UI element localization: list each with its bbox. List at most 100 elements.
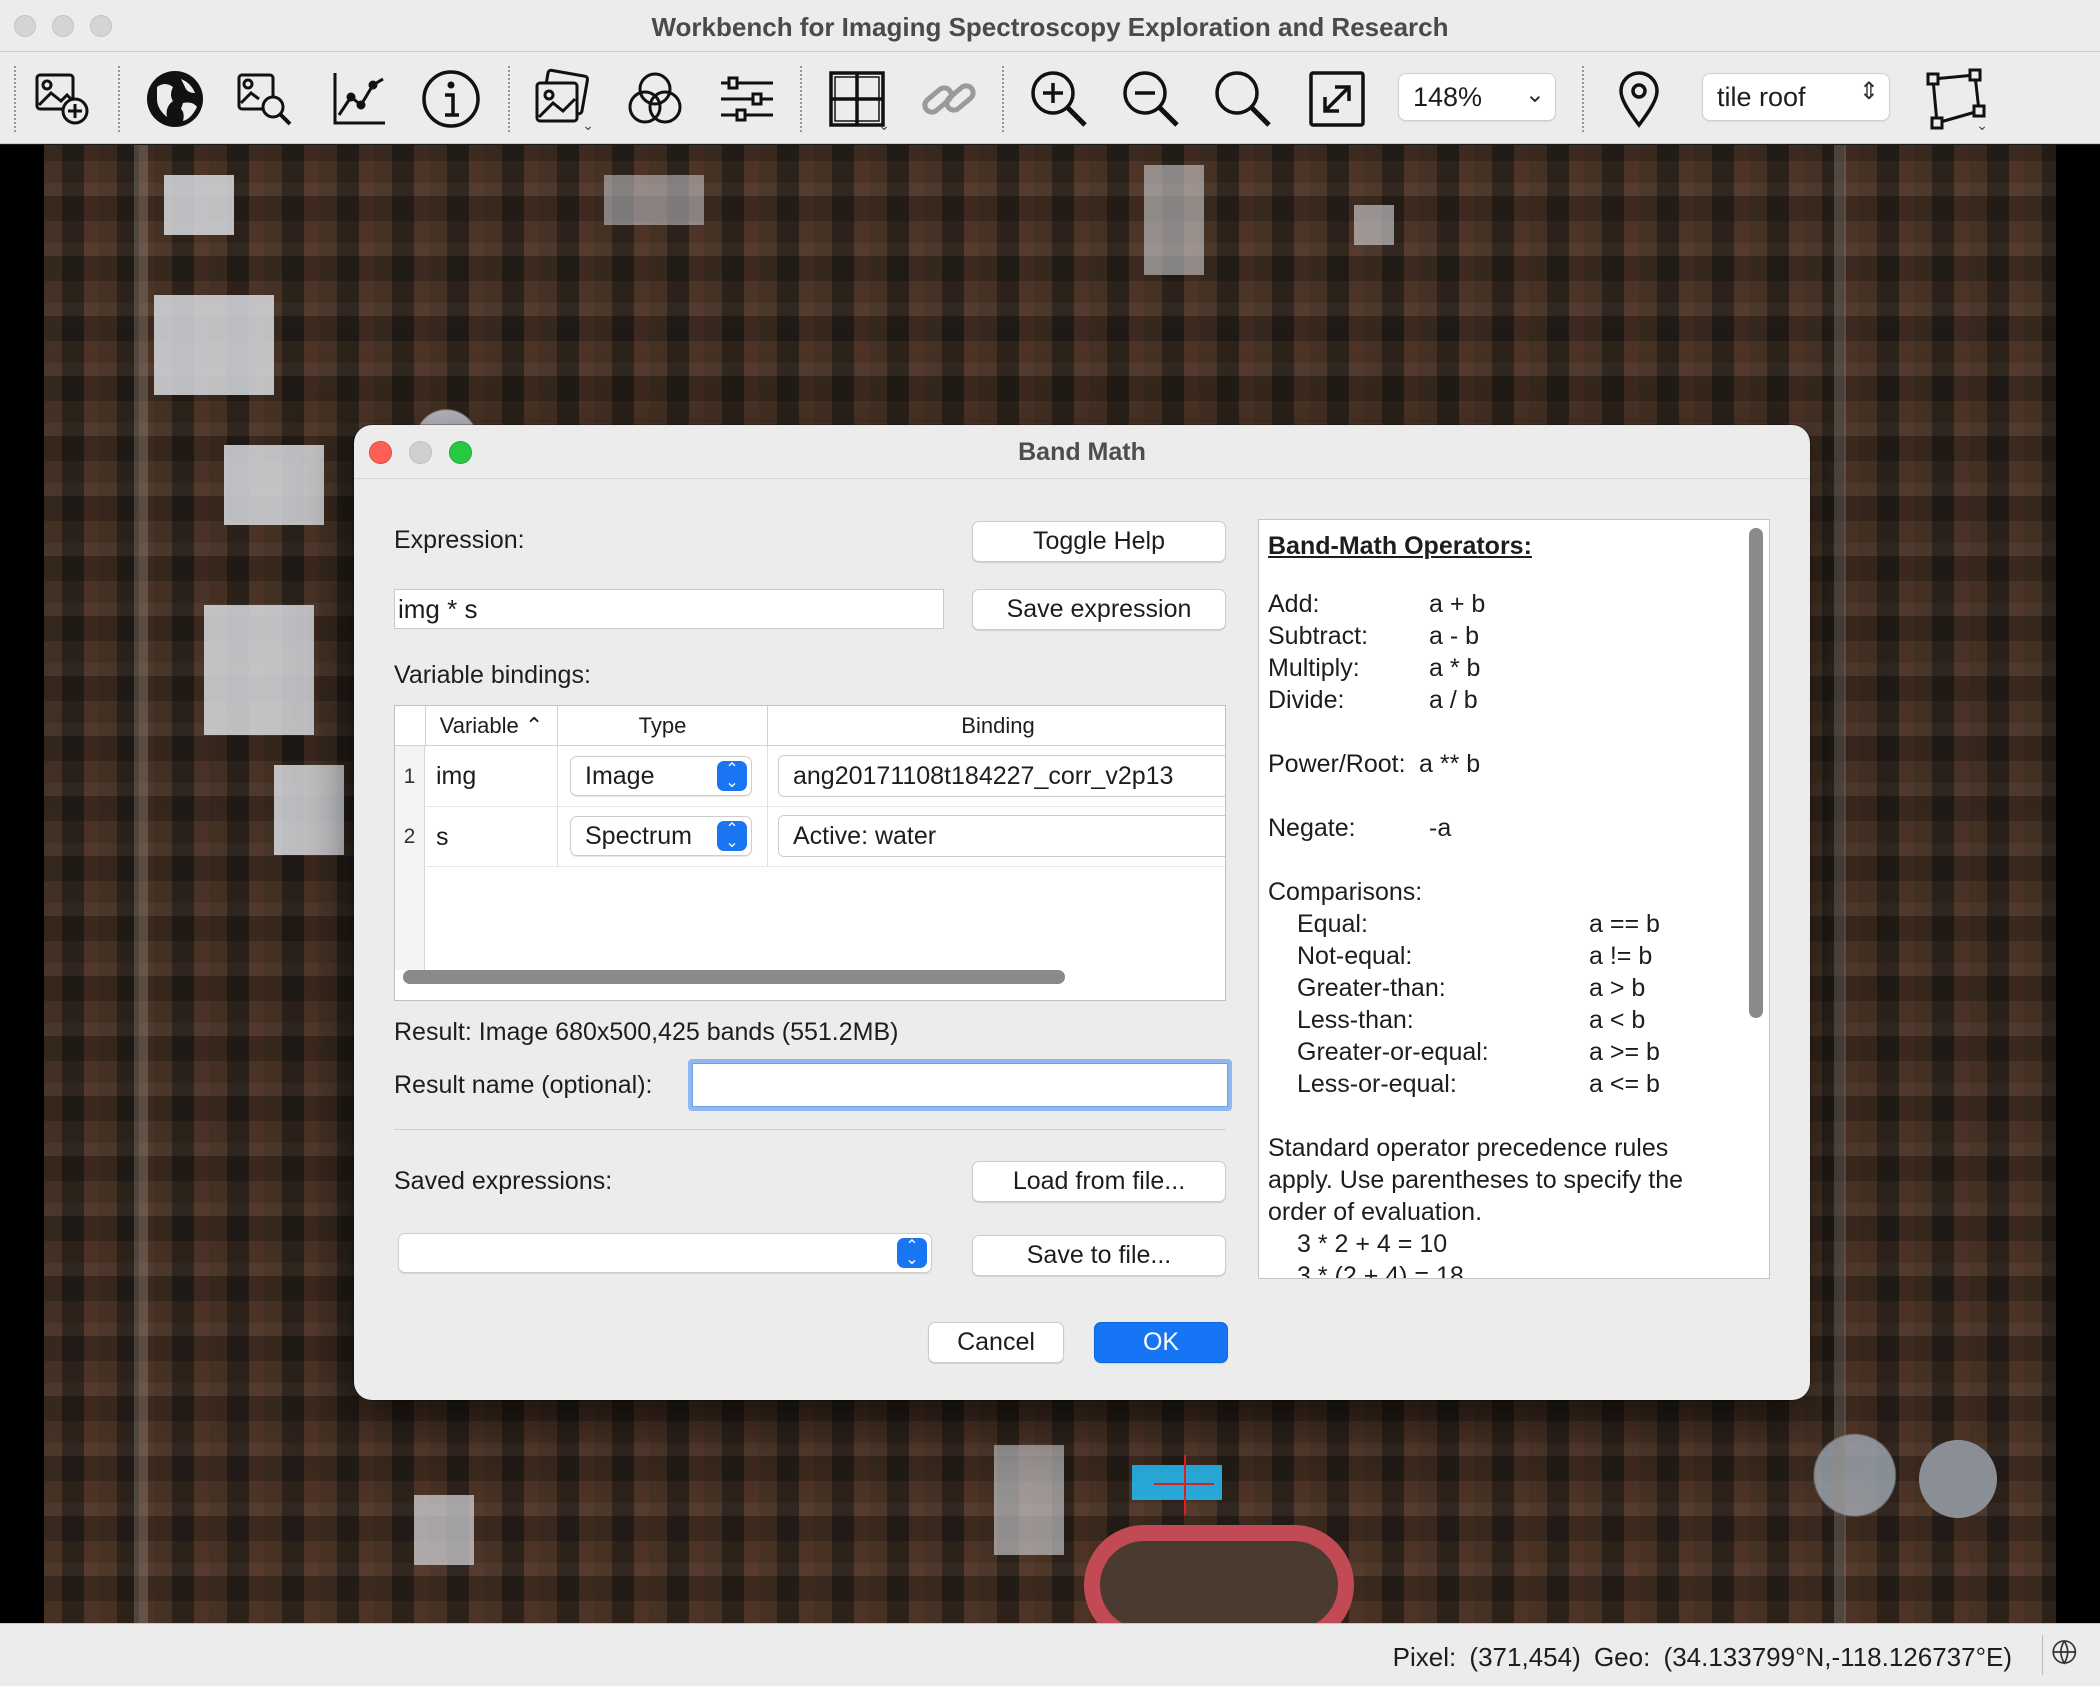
- type-cell: Spectrum ⌃ ⌄: [558, 807, 768, 867]
- column-header-variable[interactable]: Variable ⌃: [426, 706, 558, 746]
- color-channels-icon[interactable]: [618, 62, 692, 136]
- road: [1834, 145, 1846, 1623]
- vertical-scrollbar[interactable]: [1749, 528, 1763, 1018]
- toolbar-separator: [118, 66, 120, 132]
- row-number: 1: [395, 746, 425, 807]
- help-op-label: Negate:: [1268, 814, 1356, 842]
- building: [604, 175, 704, 225]
- result-info: Result: Image 680x500,425 bands (551.2MB…: [394, 1018, 899, 1046]
- add-image-icon[interactable]: [26, 62, 100, 136]
- polygon-icon[interactable]: ⌄: [1918, 62, 1992, 136]
- help-cmp-value: a < b: [1589, 1006, 1646, 1034]
- updown-chevron-icon: ⇕: [1858, 78, 1879, 105]
- help-precedence-text: apply. Use parentheses to specify the: [1268, 1166, 1684, 1194]
- roi-select[interactable]: tile roof ⇕: [1702, 73, 1890, 121]
- location-pin-icon[interactable]: [1602, 62, 1676, 136]
- binding-cell: Active: water: [768, 807, 1225, 867]
- row-number: 2: [395, 807, 425, 867]
- cancel-button[interactable]: Cancel: [928, 1322, 1064, 1363]
- help-cmp-label: Not-equal:: [1297, 942, 1413, 970]
- fullscreen-icon[interactable]: [1300, 62, 1374, 136]
- building: [274, 765, 344, 855]
- toolbar-separator: [800, 66, 802, 132]
- result-name-input[interactable]: [688, 1059, 1232, 1111]
- dialog-title: Band Math: [1018, 438, 1146, 466]
- saved-expressions-select[interactable]: ⌃ ⌄: [398, 1233, 932, 1273]
- help-cmp-value: a > b: [1589, 974, 1646, 1002]
- running-track: [1084, 1525, 1354, 1623]
- help-op-label: Multiply:: [1268, 654, 1360, 682]
- type-select[interactable]: Spectrum ⌃ ⌄: [570, 816, 752, 856]
- binding-field[interactable]: Active: water: [778, 815, 1225, 857]
- zoom-fit-icon[interactable]: [1206, 62, 1280, 136]
- dialog-titlebar: Band Math: [354, 425, 1810, 479]
- updown-chevron-icon: ⌃ ⌄: [717, 821, 747, 851]
- variable-cell[interactable]: s: [426, 807, 558, 867]
- help-example: 3 * 2 + 4 = 10: [1297, 1230, 1448, 1258]
- help-cmp-value: a <= b: [1589, 1070, 1660, 1098]
- help-op-label: Divide:: [1268, 686, 1345, 714]
- globe-icon[interactable]: [138, 62, 212, 136]
- toolbar-separator: [1002, 66, 1004, 132]
- expression-label: Expression:: [394, 526, 525, 554]
- help-cmp-label: Equal:: [1297, 910, 1368, 938]
- save-expression-button[interactable]: Save expression: [972, 589, 1226, 630]
- binding-field[interactable]: ang20171108t184227_corr_v2p13: [778, 755, 1225, 797]
- column-header-binding[interactable]: Binding: [768, 706, 1225, 746]
- zoom-level-select[interactable]: 148% ⌄: [1398, 73, 1556, 121]
- status-coordinates: Pixel: (371,454) Geo: (34.133799°N,-118.…: [1392, 1642, 2012, 1672]
- roi-select-value: tile roof: [1717, 82, 1806, 112]
- road: [134, 145, 148, 1623]
- help-op-value: a - b: [1429, 622, 1480, 650]
- ok-button[interactable]: OK: [1094, 1322, 1228, 1363]
- result-name-label: Result name (optional):: [394, 1071, 653, 1099]
- toolbar-separator: [14, 66, 16, 132]
- variable-cell[interactable]: img: [426, 746, 558, 807]
- help-op-value: a / b: [1429, 686, 1478, 714]
- updown-chevron-icon: ⌃ ⌄: [717, 761, 747, 791]
- divider: [394, 1129, 1226, 1130]
- toolbar-separator: [508, 66, 510, 132]
- help-cmp-label: Less-than:: [1297, 1006, 1414, 1034]
- chevron-down-icon: ⌄: [1524, 81, 1545, 108]
- help-op-value: a + b: [1429, 590, 1486, 618]
- image-search-icon[interactable]: [228, 62, 302, 136]
- help-op-value: -a: [1429, 814, 1452, 842]
- sliders-icon[interactable]: [710, 62, 784, 136]
- help-cmp-value: a != b: [1589, 942, 1653, 970]
- toggle-help-button[interactable]: Toggle Help: [972, 521, 1226, 562]
- updown-chevron-icon: ⌃ ⌄: [897, 1238, 927, 1268]
- help-example: 3 * (2 + 4) = 18: [1297, 1262, 1464, 1279]
- variable-bindings-table: Variable ⌃ Type Binding 1 img Image ⌃ ⌄ a…: [394, 705, 1226, 1001]
- link-icon[interactable]: [912, 62, 986, 136]
- window-title: Workbench for Imaging Spectroscopy Explo…: [651, 12, 1449, 42]
- expression-input[interactable]: img * s: [394, 589, 944, 629]
- info-icon[interactable]: [414, 62, 488, 136]
- save-to-file-button[interactable]: Save to file...: [972, 1235, 1226, 1276]
- help-panel: Band-Math Operators: Add: a + b Subtract…: [1258, 519, 1770, 1279]
- help-op-label: Power/Root:: [1268, 750, 1406, 778]
- horizontal-scrollbar[interactable]: [403, 970, 1065, 984]
- zoom-in-icon[interactable]: [1022, 62, 1096, 136]
- grid-icon[interactable]: ⌄: [820, 62, 894, 136]
- globe-settings-icon[interactable]: [2042, 1635, 2082, 1675]
- load-from-file-button[interactable]: Load from file...: [972, 1161, 1226, 1202]
- building: [204, 605, 314, 735]
- image-stack-icon[interactable]: ⌄: [524, 62, 598, 136]
- chart-line-icon[interactable]: [322, 62, 396, 136]
- toolbar: ⌄ ⌄ 148% ⌄ tile roof ⇕ ⌄: [0, 52, 2100, 144]
- type-select[interactable]: Image ⌃ ⌄: [570, 756, 752, 796]
- zoom-level-value: 148%: [1413, 82, 1483, 112]
- saved-expressions-label: Saved expressions:: [394, 1167, 613, 1195]
- zoom-out-icon[interactable]: [1114, 62, 1188, 136]
- help-cmp-label: Greater-than:: [1297, 974, 1446, 1002]
- window-titlebar: Workbench for Imaging Spectroscopy Explo…: [0, 0, 2100, 52]
- table-corner: [395, 706, 426, 746]
- type-cell: Image ⌃ ⌄: [558, 746, 768, 807]
- help-precedence-text: order of evaluation.: [1268, 1198, 1483, 1226]
- building: [224, 445, 324, 525]
- help-cmp-value: a >= b: [1589, 1038, 1660, 1066]
- help-op-label: Subtract:: [1268, 622, 1369, 650]
- column-header-type[interactable]: Type: [558, 706, 768, 746]
- help-comparisons-label: Comparisons:: [1268, 878, 1423, 906]
